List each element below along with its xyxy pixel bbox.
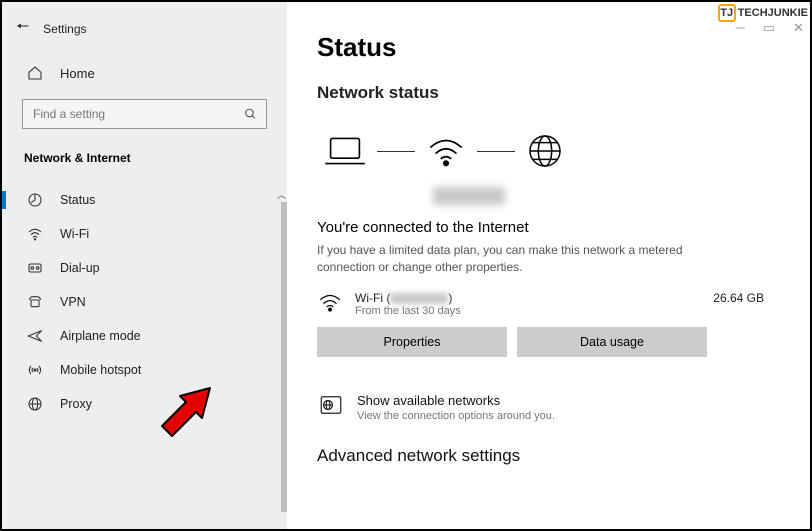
avail-title: Show available networks bbox=[357, 393, 555, 408]
diagram-line bbox=[377, 151, 415, 152]
connected-description: If you have a limited data plan, you can… bbox=[317, 242, 697, 277]
page-title: Status bbox=[317, 32, 810, 63]
network-diagram bbox=[317, 123, 810, 193]
show-networks-row[interactable]: Show available networks View the connect… bbox=[317, 387, 810, 446]
sidebar-item-label: Status bbox=[60, 193, 95, 207]
sidebar-item-label: VPN bbox=[60, 295, 86, 309]
network-name-blurred bbox=[433, 187, 505, 205]
airplane-icon bbox=[26, 328, 44, 344]
usage-network-label: Wi-Fi () bbox=[355, 291, 461, 305]
vpn-icon bbox=[26, 294, 44, 310]
sidebar-item-label: Mobile hotspot bbox=[60, 363, 141, 377]
sidebar-item-airplane[interactable]: Airplane mode bbox=[2, 319, 287, 353]
connected-title: You're connected to the Internet bbox=[317, 219, 810, 236]
usage-row: Wi-Fi () From the last 30 days 26.64 GB bbox=[317, 291, 810, 317]
sidebar-item-hotspot[interactable]: Mobile hotspot bbox=[2, 353, 287, 387]
watermark: TJ TECHJUNKIE bbox=[718, 4, 808, 22]
back-button[interactable]: 🠔 bbox=[16, 16, 29, 41]
subtitle: Network status bbox=[317, 83, 810, 103]
globe-icon bbox=[26, 396, 44, 412]
sidebar-item-dialup[interactable]: Dial-up bbox=[2, 251, 287, 285]
watermark-logo-icon: TJ bbox=[718, 4, 736, 22]
usage-period: From the last 30 days bbox=[355, 305, 461, 317]
window-controls: ─ ▭ ✕ bbox=[736, 20, 804, 36]
sidebar-item-label: Airplane mode bbox=[60, 329, 141, 343]
data-usage-button[interactable]: Data usage bbox=[517, 327, 707, 357]
sidebar-item-label: Dial-up bbox=[60, 261, 100, 275]
sidebar: 🠔 Settings Home Network & Internet ︿ Sta… bbox=[2, 2, 287, 529]
wifi-usage-icon bbox=[317, 291, 343, 313]
home-label: Home bbox=[60, 66, 95, 81]
sidebar-item-status[interactable]: Status bbox=[2, 183, 287, 217]
home-icon bbox=[26, 65, 44, 81]
close-button[interactable]: ✕ bbox=[793, 20, 804, 36]
search-input[interactable] bbox=[22, 99, 267, 129]
status-icon bbox=[26, 192, 44, 208]
sidebar-item-label: Proxy bbox=[60, 397, 92, 411]
sidebar-item-label: Wi-Fi bbox=[60, 227, 89, 241]
watermark-text: TECHJUNKIE bbox=[738, 7, 808, 19]
wifi-diagram-icon bbox=[425, 133, 467, 169]
laptop-icon bbox=[323, 133, 367, 169]
globe-diagram-icon bbox=[525, 131, 565, 171]
home-nav-item[interactable]: Home bbox=[2, 55, 287, 91]
wifi-icon bbox=[26, 226, 44, 242]
advanced-title: Advanced network settings bbox=[317, 446, 810, 466]
settings-title: Settings bbox=[43, 22, 86, 36]
ssid-blurred bbox=[390, 293, 448, 304]
minimize-button[interactable]: ─ bbox=[736, 20, 745, 36]
hotspot-icon bbox=[26, 362, 44, 378]
globe-window-icon bbox=[319, 393, 343, 417]
main-content: Status Network status You're connected t… bbox=[287, 2, 810, 529]
diagram-line bbox=[477, 151, 515, 152]
nav-list: Status Wi-Fi Dial-up VPN bbox=[2, 183, 287, 421]
section-title: Network & Internet bbox=[2, 145, 287, 183]
search-icon bbox=[244, 108, 257, 121]
properties-button[interactable]: Properties bbox=[317, 327, 507, 357]
avail-subtitle: View the connection options around you. bbox=[357, 410, 555, 422]
sidebar-item-wifi[interactable]: Wi-Fi bbox=[2, 217, 287, 251]
maximize-button[interactable]: ▭ bbox=[763, 20, 775, 36]
sidebar-item-proxy[interactable]: Proxy bbox=[2, 387, 287, 421]
dialup-icon bbox=[26, 260, 44, 276]
usage-amount: 26.64 GB bbox=[713, 291, 810, 305]
sidebar-item-vpn[interactable]: VPN bbox=[2, 285, 287, 319]
search-box[interactable] bbox=[22, 99, 267, 129]
